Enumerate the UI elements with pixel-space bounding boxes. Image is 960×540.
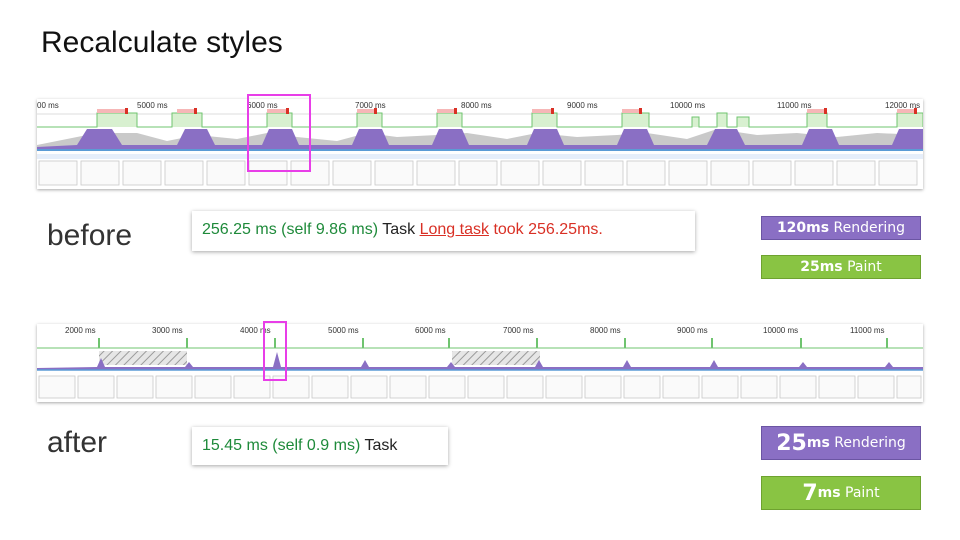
after-label: after xyxy=(47,426,108,459)
before-task-duration: 256.25 ms (self 9.86 ms) xyxy=(202,221,379,238)
before-tick-6: 10000 ms xyxy=(670,101,706,110)
before-tick-8: 12000 ms xyxy=(885,101,921,110)
after-rendering-value: 25 xyxy=(776,430,807,456)
after-tick-3: 5000 ms xyxy=(328,326,359,335)
after-tick-5: 7000 ms xyxy=(503,326,534,335)
after-timeline-graph xyxy=(37,338,923,399)
after-paint-unit: ms xyxy=(817,485,841,501)
before-tick-1: 5000 ms xyxy=(137,101,168,110)
after-rendering-unit: ms xyxy=(806,435,830,451)
after-tick-8: 10000 ms xyxy=(763,326,799,335)
before-tick-5: 9000 ms xyxy=(567,101,598,110)
after-tick-4: 6000 ms xyxy=(415,326,446,335)
after-rendering-badge: 25 ms Rendering xyxy=(761,426,921,460)
before-label: before xyxy=(47,219,133,252)
before-tick-3: 7000 ms xyxy=(355,101,386,110)
after-task-duration: 15.45 ms (self 0.9 ms) xyxy=(202,437,361,454)
after-task-name: Task xyxy=(364,437,398,454)
after-tick-0: 2000 ms xyxy=(65,326,96,335)
before-selection-highlight xyxy=(247,94,311,172)
before-tick-7: 11000 ms xyxy=(777,101,812,110)
after-paint-label: Paint xyxy=(845,485,880,501)
after-paint-value: 7 xyxy=(802,480,818,506)
before-rendering-value: 120ms xyxy=(776,220,830,236)
after-rendering-label: Rendering xyxy=(834,435,906,451)
after-tick-1: 3000 ms xyxy=(152,326,183,335)
before-paint-label: Paint xyxy=(847,259,882,275)
after-task-info: 15.45 ms (self 0.9 ms) Task xyxy=(192,427,448,465)
after-paint-badge: 7 ms Paint xyxy=(761,476,921,510)
after-tick-6: 8000 ms xyxy=(590,326,621,335)
before-rendering-badge: 120ms Rendering xyxy=(761,216,921,240)
slide-title: Recalculate styles xyxy=(41,26,283,59)
before-paint-value: 25ms xyxy=(800,259,843,275)
after-selection-highlight xyxy=(263,321,287,381)
before-rendering-label: Rendering xyxy=(833,220,906,236)
before-timeline-graph xyxy=(37,108,923,186)
before-task-info: 256.25 ms (self 9.86 ms) Task Long task … xyxy=(192,211,695,251)
before-task-name: Task xyxy=(382,221,416,238)
before-tick-0: 00 ms xyxy=(37,101,59,110)
before-timeline: 00 ms 5000 ms 6000 ms 7000 ms 8000 ms 90… xyxy=(37,99,923,189)
after-tick-9: 11000 ms xyxy=(850,326,885,335)
long-task-link[interactable]: Long task xyxy=(420,221,489,238)
before-paint-badge: 25ms Paint xyxy=(761,255,921,279)
after-timeline: 2000 ms 3000 ms 4000 ms 5000 ms 6000 ms … xyxy=(37,324,923,402)
after-tick-7: 9000 ms xyxy=(677,326,708,335)
before-tick-4: 8000 ms xyxy=(461,101,492,110)
before-task-warning: took 256.25ms. xyxy=(493,221,603,238)
